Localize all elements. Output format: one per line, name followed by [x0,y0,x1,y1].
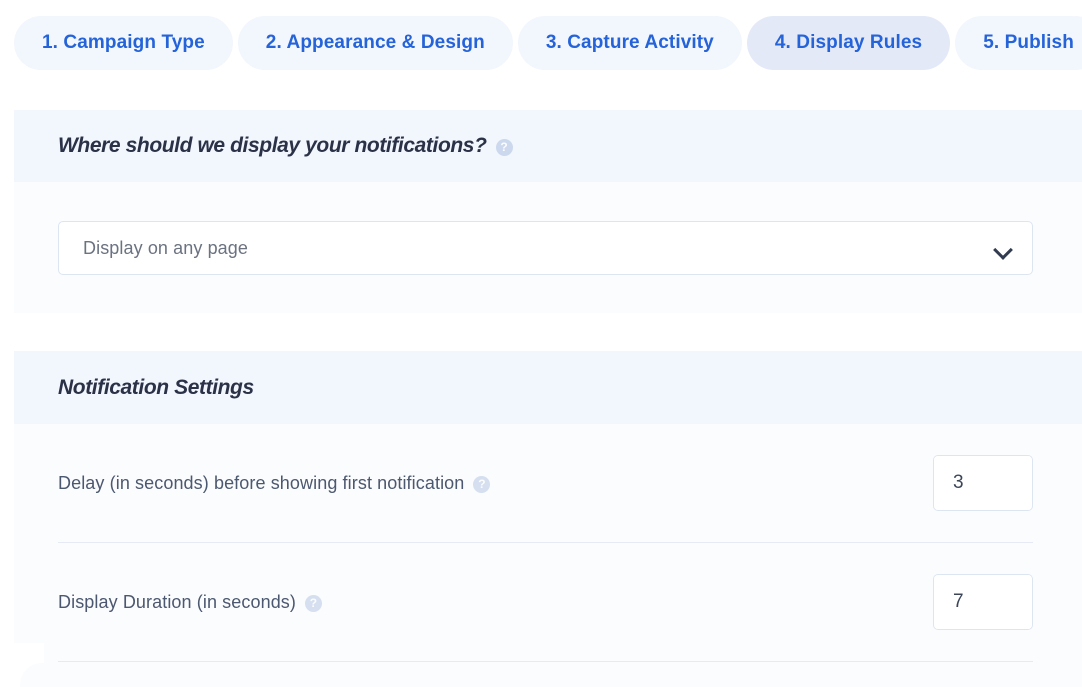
display-duration-number-field[interactable] [933,574,1033,630]
help-icon[interactable]: ? [473,476,490,493]
notification-settings-body: Delay (in seconds) before showing first … [14,424,1082,662]
setting-label-wrapper: Display Duration (in seconds) ? [58,592,933,613]
help-icon[interactable]: ? [496,139,513,156]
display-location-card: Where should we display your notificatio… [14,110,1082,313]
wizard-step-label: 5. Publish [983,32,1074,54]
display-location-select[interactable]: Display on any page [58,221,1033,275]
notification-settings-card-header: Notification Settings [14,351,1082,424]
wizard-step-label: 4. Display Rules [775,32,922,54]
notification-settings-title: Notification Settings [58,376,254,400]
setting-row-display-duration: Display Duration (in seconds) ? [58,543,1033,662]
setting-row-delay: Delay (in seconds) before showing first … [58,424,1033,543]
wizard-steps-bar: 1. Campaign Type 2. Appearance & Design … [0,0,1082,86]
display-location-body: Display on any page [14,182,1082,275]
wizard-step-publish[interactable]: 5. Publish [955,16,1082,70]
help-icon[interactable]: ? [305,595,322,612]
wizard-step-appearance-design[interactable]: 2. Appearance & Design [238,16,513,70]
notification-settings-card: Notification Settings Delay (in seconds)… [14,351,1082,687]
setting-label-display-duration: Display Duration (in seconds) [58,592,296,613]
wizard-step-capture-activity[interactable]: 3. Capture Activity [518,16,742,70]
display-location-title: Where should we display your notificatio… [58,134,487,158]
display-location-card-header: Where should we display your notificatio… [14,110,1082,182]
delay-input[interactable] [934,456,1033,510]
setting-label-wrapper: Delay (in seconds) before showing first … [58,473,933,494]
display-location-select-value: Display on any page [83,238,994,259]
wizard-step-label: 1. Campaign Type [42,32,205,54]
chevron-down-icon[interactable] [994,243,1011,253]
wizard-step-campaign-type[interactable]: 1. Campaign Type [14,16,233,70]
wizard-step-label: 2. Appearance & Design [266,32,485,54]
display-duration-input[interactable] [934,575,1033,629]
wizard-step-label: 3. Capture Activity [546,32,714,54]
delay-number-field[interactable] [933,455,1033,511]
wizard-step-display-rules[interactable]: 4. Display Rules [747,16,950,70]
setting-label-delay: Delay (in seconds) before showing first … [58,473,464,494]
